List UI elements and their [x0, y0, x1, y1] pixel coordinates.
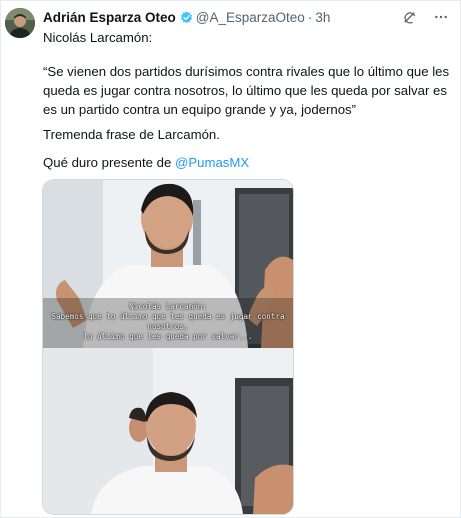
- mention-link[interactable]: @PumasMX: [175, 155, 249, 170]
- tweet-media[interactable]: Nicolás Larcamón: Sabemos que lo último …: [42, 179, 294, 515]
- author-name[interactable]: Adrián Esparza Oteo: [43, 10, 176, 25]
- tweet-text-intro: Nicolás Larcamón:: [43, 30, 153, 45]
- tweet-text-quote: “Se vienen dos partidos durísimos contra…: [43, 64, 450, 117]
- author-handle[interactable]: @A_EsparzaOteo: [196, 10, 305, 25]
- video-frame-bottom: [43, 348, 293, 514]
- tweet-header: Adrián Esparza Oteo @A_EsparzaOteo · 3h: [43, 8, 454, 26]
- tweet-card[interactable]: Adrián Esparza Oteo @A_EsparzaOteo · 3h: [0, 0, 461, 518]
- subtitle-line-2: lo último que les queda por salvar...: [83, 332, 253, 341]
- video-subtitle: Nicolás Larcamón: Sabemos que lo último …: [43, 302, 293, 342]
- header-actions: [400, 8, 450, 26]
- separator-dot: ·: [307, 9, 313, 25]
- more-icon[interactable]: [432, 8, 450, 26]
- subtitle-speaker: Nicolás Larcamón:: [129, 302, 207, 311]
- subtitle-line-1: Sabemos que lo último que les queda es j…: [51, 312, 285, 331]
- avatar[interactable]: [5, 8, 35, 38]
- timestamp[interactable]: 3h: [315, 10, 330, 25]
- tweet-text-closing: Qué duro presente de @PumasMX: [43, 153, 455, 172]
- grok-icon[interactable]: [400, 8, 418, 26]
- tweet-text-comment: Tremenda frase de Larcamón.: [43, 127, 220, 142]
- verified-badge-icon: [179, 10, 194, 25]
- video-frame-top: Nicolás Larcamón: Sabemos que lo último …: [43, 180, 293, 348]
- closing-prefix: Qué duro presente de: [43, 155, 175, 170]
